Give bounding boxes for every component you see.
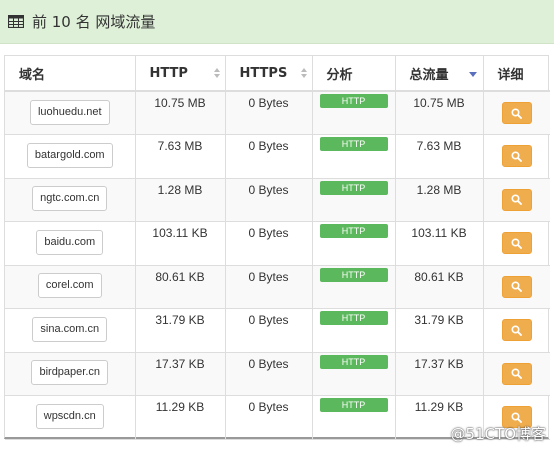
domain-button[interactable]: birdpaper.cn	[31, 360, 109, 386]
column-header-total[interactable]: 总流量	[395, 56, 484, 92]
domain-traffic-table: 域名 HTTP HTTPS 分析 总流量 详细 luohuedu.net 10.…	[4, 55, 550, 440]
search-icon	[511, 281, 523, 293]
cell-analysis: HTTP	[312, 352, 396, 396]
protocol-badge: HTTP	[319, 180, 388, 195]
search-icon	[511, 151, 523, 162]
cell-http: 10.75 MB	[135, 91, 226, 135]
column-header-detail: 详细	[483, 56, 550, 92]
cell-analysis: HTTP	[312, 221, 396, 266]
protocol-badge: HTTP	[319, 354, 388, 369]
cell-total: 17.37 KB	[395, 352, 484, 396]
cell-http: 11.29 KB	[135, 395, 226, 440]
cell-detail	[483, 221, 550, 266]
domain-button[interactable]: baidu.com	[36, 229, 104, 255]
watermark: @51CTO博客	[450, 425, 546, 443]
sort-desc-icon[interactable]	[468, 72, 477, 77]
cell-detail	[483, 91, 550, 135]
cell-total: 7.63 MB	[395, 134, 484, 179]
domain-button[interactable]: luohuedu.net	[29, 99, 110, 125]
column-header-https[interactable]: HTTPS	[225, 56, 313, 92]
cell-analysis: HTTP	[312, 308, 396, 353]
cell-http: 1.28 MB	[135, 178, 226, 222]
table-row: baidu.com 103.11 KB 0 Bytes HTTP 103.11 …	[5, 221, 550, 266]
table-row: ngtc.com.cn 1.28 MB 0 Bytes HTTP 1.28 MB	[5, 178, 550, 222]
column-header-analysis: 分析	[312, 56, 396, 92]
cell-total: 80.61 KB	[395, 265, 484, 309]
cell-detail	[483, 265, 550, 309]
detail-button[interactable]	[501, 362, 532, 385]
cell-detail	[483, 352, 550, 396]
search-icon	[511, 238, 523, 249]
detail-button[interactable]	[501, 275, 532, 298]
table-header-row: 域名 HTTP HTTPS 分析 总流量 详细	[5, 56, 550, 92]
cell-domain: batargold.com	[5, 134, 136, 179]
cell-detail	[483, 134, 550, 179]
detail-button[interactable]	[501, 232, 532, 255]
sort-icon[interactable]	[300, 68, 307, 80]
detail-button[interactable]	[501, 188, 532, 211]
cell-https: 0 Bytes	[225, 265, 313, 309]
cell-domain: corel.com	[5, 265, 136, 309]
cell-http: 7.63 MB	[135, 134, 226, 179]
domain-button[interactable]: batargold.com	[26, 142, 113, 168]
domain-button[interactable]: corel.com	[37, 273, 102, 299]
cell-domain: sina.com.cn	[5, 308, 136, 353]
protocol-badge: HTTP	[319, 137, 388, 152]
panel-title: 前 10 名 网域流量	[32, 13, 156, 31]
cell-total: 10.75 MB	[395, 91, 484, 135]
cell-detail	[483, 308, 550, 353]
cell-http: 31.79 KB	[135, 308, 226, 353]
table-row: batargold.com 7.63 MB 0 Bytes HTTP 7.63 …	[5, 134, 550, 179]
cell-http: 17.37 KB	[135, 352, 226, 396]
cell-domain: birdpaper.cn	[5, 352, 136, 396]
protocol-badge: HTTP	[319, 224, 388, 239]
search-icon	[511, 194, 523, 206]
search-icon	[511, 325, 523, 336]
detail-button[interactable]	[501, 102, 532, 124]
cell-total: 31.79 KB	[395, 308, 484, 353]
table-row: corel.com 80.61 KB 0 Bytes HTTP 80.61 KB	[5, 265, 550, 309]
cell-domain: baidu.com	[5, 221, 136, 266]
table-row: sina.com.cn 31.79 KB 0 Bytes HTTP 31.79 …	[5, 308, 550, 353]
search-icon	[511, 368, 523, 380]
cell-analysis: HTTP	[312, 134, 396, 179]
cell-total: 1.28 MB	[395, 178, 484, 222]
table-row: luohuedu.net 10.75 MB 0 Bytes HTTP 10.75…	[5, 91, 550, 135]
search-icon	[511, 412, 523, 423]
table-row: birdpaper.cn 17.37 KB 0 Bytes HTTP 17.37…	[5, 352, 550, 396]
cell-https: 0 Bytes	[225, 178, 313, 222]
domain-button[interactable]: wpscdn.cn	[35, 403, 104, 429]
cell-https: 0 Bytes	[225, 221, 313, 266]
protocol-badge: HTTP	[319, 94, 388, 108]
cell-https: 0 Bytes	[225, 91, 313, 135]
search-icon	[511, 107, 523, 119]
column-header-http[interactable]: HTTP	[135, 56, 226, 92]
cell-total: 103.11 KB	[395, 221, 484, 266]
cell-https: 0 Bytes	[225, 308, 313, 353]
protocol-badge: HTTP	[319, 267, 388, 282]
domain-button[interactable]: sina.com.cn	[32, 316, 108, 342]
table-icon	[8, 15, 24, 28]
domain-button[interactable]: ngtc.com.cn	[32, 186, 108, 212]
cell-analysis: HTTP	[312, 395, 396, 440]
cell-analysis: HTTP	[312, 91, 396, 135]
cell-analysis: HTTP	[312, 265, 396, 309]
cell-analysis: HTTP	[312, 178, 396, 222]
cell-https: 0 Bytes	[225, 352, 313, 396]
panel-heading: 前 10 名 网域流量	[0, 0, 554, 44]
detail-button[interactable]	[501, 319, 532, 342]
protocol-badge: HTTP	[319, 311, 388, 326]
cell-http: 80.61 KB	[135, 265, 226, 309]
cell-domain: luohuedu.net	[5, 91, 136, 135]
protocol-badge: HTTP	[319, 398, 388, 413]
cell-https: 0 Bytes	[225, 134, 313, 179]
cell-domain: wpscdn.cn	[5, 395, 136, 440]
column-header-domain: 域名	[5, 56, 136, 92]
cell-domain: ngtc.com.cn	[5, 178, 136, 222]
sort-icon[interactable]	[213, 68, 220, 80]
cell-http: 103.11 KB	[135, 221, 226, 266]
cell-detail	[483, 178, 550, 222]
detail-button[interactable]	[501, 145, 532, 168]
cell-https: 0 Bytes	[225, 395, 313, 440]
